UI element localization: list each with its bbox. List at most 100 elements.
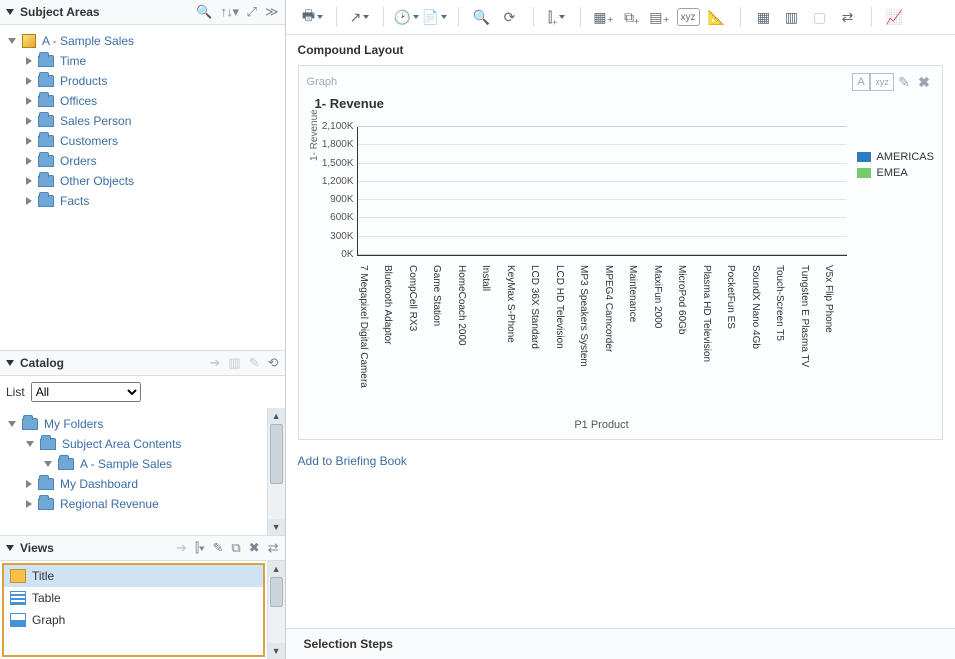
expand-pane-icon[interactable]: ≫ (265, 4, 279, 20)
tree-label: Regional Revenue (60, 497, 159, 511)
x-tick-label: HomeCoach 2000 (456, 265, 467, 346)
delete-view-icon[interactable]: ✖ (249, 540, 260, 556)
view-item-table[interactable]: Table (4, 587, 263, 609)
subject-area-item[interactable]: Offices (4, 91, 281, 111)
x-tick-label: MaxiFun 2000 (652, 265, 663, 328)
folder-icon (38, 135, 54, 147)
format-a-icon[interactable]: A (852, 73, 870, 91)
chart-title: 1- Revenue (315, 96, 934, 111)
x-tick-label: V5x Flip Phone (823, 265, 834, 333)
expand-icon[interactable] (26, 480, 32, 488)
x-tick-label: PocketFun ES (725, 265, 736, 329)
remove-graph-icon[interactable]: ✖ (914, 72, 934, 92)
view-label: Table (32, 591, 61, 605)
catalog-filter-select[interactable]: All (31, 382, 141, 402)
subject-area-root[interactable]: A - Sample Sales (4, 31, 281, 51)
search-icon[interactable]: 🔍 (196, 4, 212, 20)
expand-icon[interactable] (26, 177, 32, 185)
add-container-button[interactable]: ▦₊ (593, 6, 615, 28)
rename-view-icon[interactable]: ⇄ (268, 540, 279, 556)
x-tick-label: LCD 36X Standard (529, 265, 540, 349)
refresh-subject-icon[interactable]: ⤢ (247, 4, 257, 20)
grid-container-button[interactable]: ▤₊ (649, 6, 671, 28)
view-item-title[interactable]: Title (4, 565, 263, 587)
tree-label: Time (60, 54, 86, 68)
selection-steps-title: Selection Steps (304, 637, 393, 651)
graph-view-icon (10, 613, 26, 627)
expand-icon[interactable] (26, 441, 34, 447)
tree-label: My Folders (44, 417, 103, 431)
copy-view-icon[interactable]: ⧉ (231, 540, 240, 556)
add-view-inline-icon[interactable]: ➔ (176, 540, 187, 556)
xyz-button[interactable]: xyz (677, 8, 700, 26)
performance-button[interactable]: 📈 (884, 6, 906, 28)
preview-button[interactable]: 🔍 (471, 6, 493, 28)
deliver-button[interactable]: 📄 (424, 6, 446, 28)
x-tick-label: Install (480, 265, 491, 291)
catalog-item[interactable]: Subject Area Contents (4, 434, 263, 454)
tree-label: Orders (60, 154, 97, 168)
new-view-button[interactable]: ⫿₊ (546, 6, 568, 28)
catalog-scrollbar[interactable]: ▲ ▼ (267, 408, 285, 535)
views-collapse-icon[interactable] (6, 545, 14, 551)
expand-icon[interactable] (26, 157, 32, 165)
subject-area-item[interactable]: Sales Person (4, 111, 281, 131)
x-tick-label: LCD HD Television (554, 265, 565, 349)
catalog-collapse-icon[interactable] (6, 360, 14, 366)
export-button[interactable]: ↗ (349, 6, 371, 28)
add-to-icon[interactable]: ▥ (228, 355, 240, 371)
layout-1-button[interactable]: ▦ (753, 6, 775, 28)
open-icon[interactable]: ➔ (210, 355, 221, 371)
x-tick-label: Touch-Screen T5 (774, 265, 785, 341)
subject-area-item[interactable]: Other Objects (4, 171, 281, 191)
new-view-icon[interactable]: ⫿▾ (195, 540, 205, 556)
table-view-icon (10, 591, 26, 605)
expand-icon[interactable] (26, 500, 32, 508)
view-item-graph[interactable]: Graph (4, 609, 263, 631)
catalog-item[interactable]: A - Sample Sales (4, 454, 263, 474)
expand-icon[interactable] (26, 77, 32, 85)
subject-area-item[interactable]: Facts (4, 191, 281, 211)
subject-areas-collapse-icon[interactable] (6, 9, 14, 15)
tree-label: My Dashboard (60, 477, 138, 491)
refresh-catalog-icon[interactable]: ⟲ (268, 355, 279, 371)
folder-icon (38, 75, 54, 87)
xyz-format-icon[interactable]: xyz (870, 73, 894, 91)
view-label: Title (32, 569, 54, 583)
sort-icon[interactable]: ↑↓▾ (220, 4, 238, 20)
subject-area-item[interactable]: Orders (4, 151, 281, 171)
views-scrollbar[interactable]: ▲ ▼ (267, 561, 285, 659)
refresh-button[interactable]: ⟳ (499, 6, 521, 28)
schedule-button[interactable]: 🕑 (396, 6, 418, 28)
expand-icon[interactable] (26, 137, 32, 145)
subject-area-item[interactable]: Time (4, 51, 281, 71)
graph-container: Graph A xyz ✎ ✖ 1- Revenue 1- Revenue 0K… (298, 65, 943, 440)
catalog-header: Catalog ➔ ▥ ✎ ⟲ (0, 351, 285, 376)
expand-icon[interactable] (26, 97, 32, 105)
edit-graph-icon[interactable]: ✎ (894, 72, 914, 92)
ruler-button[interactable]: 📐 (706, 6, 728, 28)
add-to-briefing-book-link[interactable]: Add to Briefing Book (286, 448, 955, 482)
catalog-root[interactable]: My Folders (4, 414, 263, 434)
expand-icon[interactable] (8, 38, 16, 44)
expand-icon[interactable] (26, 197, 32, 205)
layout-2-button[interactable]: ▥ (781, 6, 803, 28)
layout-4-button[interactable]: ⇄ (837, 6, 859, 28)
expand-icon[interactable] (44, 461, 52, 467)
selection-steps-header[interactable]: Selection Steps (286, 628, 955, 659)
subject-area-item[interactable]: Customers (4, 131, 281, 151)
print-button[interactable]: 🖶 (302, 6, 324, 28)
tree-label: Subject Area Contents (62, 437, 181, 451)
expand-icon[interactable] (8, 421, 16, 427)
expand-icon[interactable] (26, 57, 32, 65)
tree-label: Facts (60, 194, 89, 208)
link-container-button[interactable]: ⧉₊ (621, 6, 643, 28)
bar-chart[interactable]: 1- Revenue 0K300K600K900K1,200K1,500K1,8… (307, 111, 847, 431)
layout-3-button[interactable]: ▢ (809, 6, 831, 28)
edit-view-icon[interactable]: ✎ (213, 540, 224, 556)
catalog-item[interactable]: Regional Revenue (4, 494, 263, 514)
expand-icon[interactable] (26, 117, 32, 125)
subject-area-item[interactable]: Products (4, 71, 281, 91)
catalog-item[interactable]: My Dashboard (4, 474, 263, 494)
edit-catalog-icon[interactable]: ✎ (249, 355, 260, 371)
